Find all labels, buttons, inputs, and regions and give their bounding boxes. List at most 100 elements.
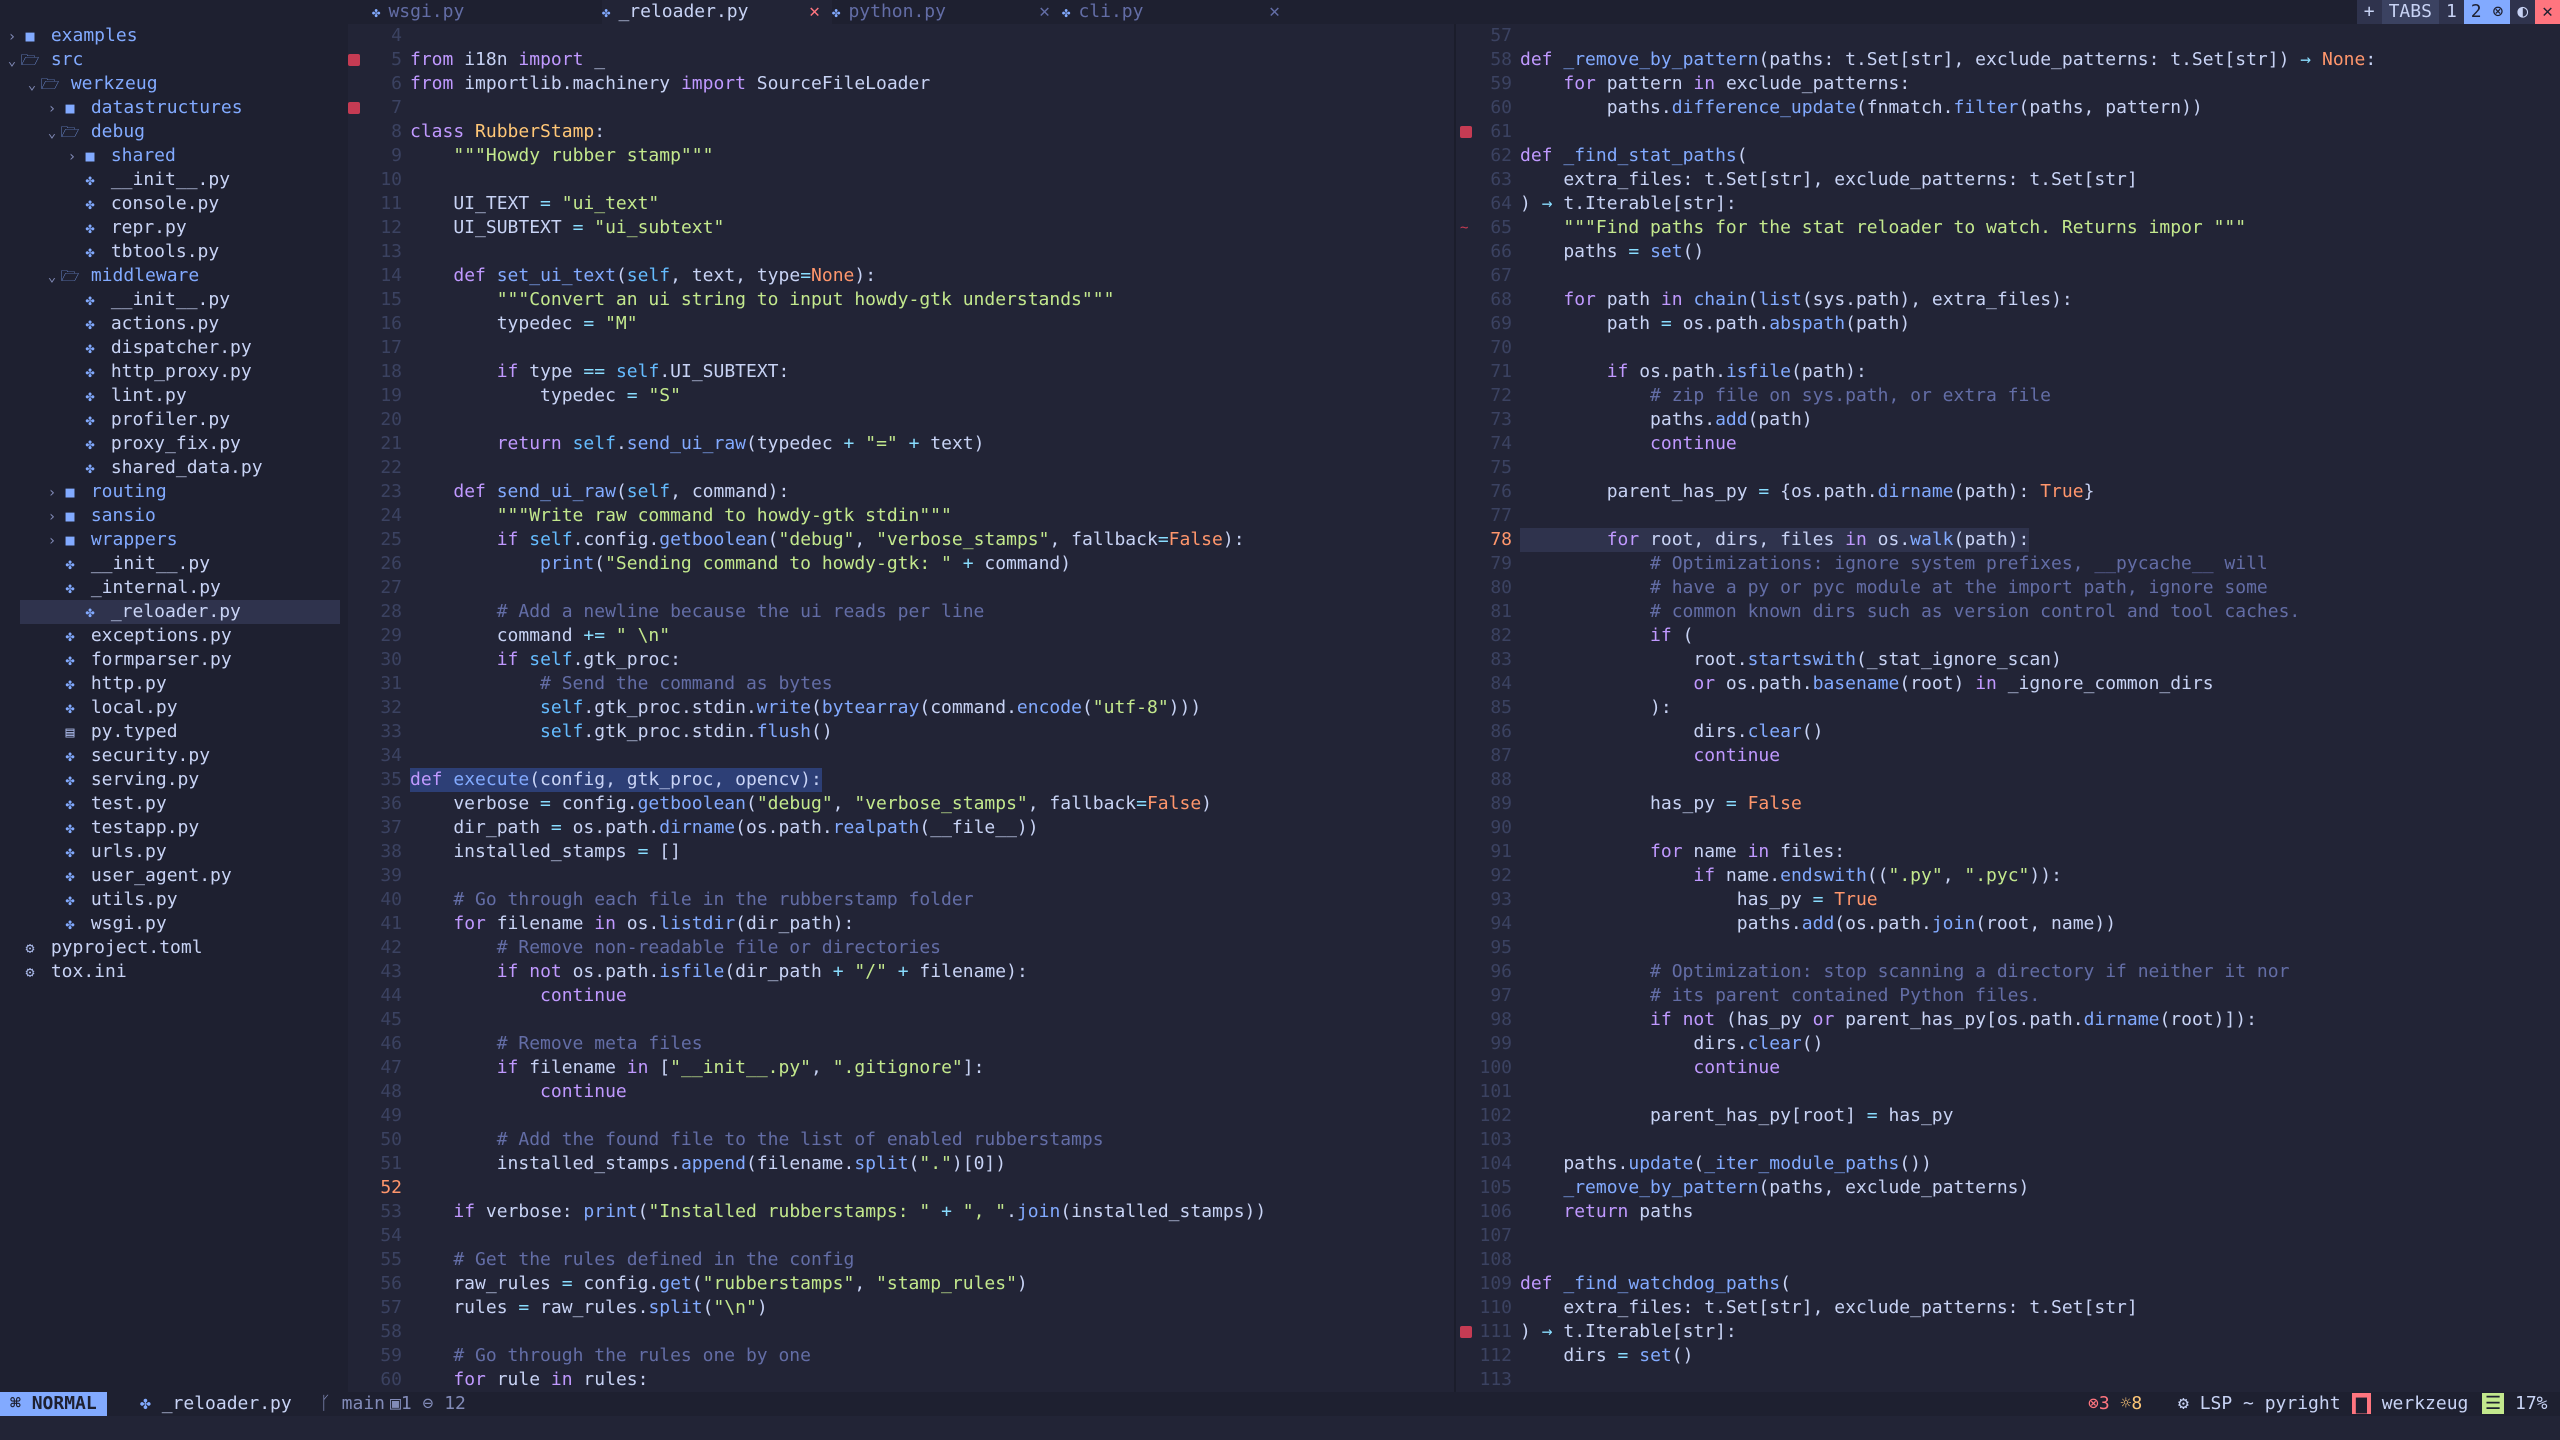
code-line[interactable]: ~65 """Find paths for the stat reloader … bbox=[1456, 216, 2560, 240]
code-line[interactable]: 98 if not (has_py or parent_has_py[os.pa… bbox=[1456, 1008, 2560, 1032]
code-line[interactable]: 29 command += " \n" bbox=[348, 624, 1454, 648]
chevron-down-icon[interactable]: ⌄ bbox=[44, 265, 60, 289]
code-line[interactable]: 95 bbox=[1456, 936, 2560, 960]
tree-file[interactable]: ✤ utils.py bbox=[0, 888, 340, 912]
warning-sign-icon[interactable]: ~ bbox=[1460, 216, 1472, 236]
close-icon[interactable]: ✕ bbox=[809, 0, 820, 24]
code-line[interactable]: 92 if name.endswith((".py", ".pyc")): bbox=[1456, 864, 2560, 888]
code-line[interactable]: 56 raw_rules = config.get("rubberstamps"… bbox=[348, 1272, 1454, 1296]
code-line[interactable]: 71 if os.path.isfile(path): bbox=[1456, 360, 2560, 384]
code-line[interactable]: 88 bbox=[1456, 768, 2560, 792]
code-line[interactable]: 54 bbox=[348, 1224, 1454, 1248]
tree-file[interactable]: ✤ lint.py bbox=[0, 384, 340, 408]
chevron-down-icon[interactable]: ⌄ bbox=[44, 121, 60, 145]
tree-folder[interactable]: › ■ sansio bbox=[0, 504, 340, 528]
code-line[interactable]: 80 # have a py or pyc module at the impo… bbox=[1456, 576, 2560, 600]
chevron-right-icon[interactable]: › bbox=[44, 97, 60, 121]
code-line[interactable]: 91 for name in files: bbox=[1456, 840, 2560, 864]
code-line[interactable]: 9 """Howdy rubber stamp""" bbox=[348, 144, 1454, 168]
code-line[interactable]: 39 bbox=[348, 864, 1454, 888]
code-line[interactable]: 93 has_py = True bbox=[1456, 888, 2560, 912]
tree-folder[interactable]: ⌄ 🗁 debug bbox=[0, 120, 340, 144]
code-line[interactable]: 83 root.startswith(_stat_ignore_scan) bbox=[1456, 648, 2560, 672]
code-line[interactable]: 73 paths.add(path) bbox=[1456, 408, 2560, 432]
code-line[interactable]: 14 def set_ui_text(self, text, type=None… bbox=[348, 264, 1454, 288]
code-line[interactable]: 62 def _find_stat_paths( bbox=[1456, 144, 2560, 168]
editor-pane-right[interactable]: 57 58 def _remove_by_pattern(paths: t.Set[… bbox=[1456, 24, 2560, 1392]
code-line[interactable]: 4 bbox=[348, 24, 1454, 48]
code-line[interactable]: 10 bbox=[348, 168, 1454, 192]
tree-file[interactable]: ✤ profiler.py bbox=[0, 408, 340, 432]
code-line[interactable]: 85 ): bbox=[1456, 696, 2560, 720]
code-line[interactable]: 51 installed_stamps.append(filename.spli… bbox=[348, 1152, 1454, 1176]
code-line[interactable]: 57 bbox=[1456, 24, 2560, 48]
code-line[interactable]: 99 dirs.clear() bbox=[1456, 1032, 2560, 1056]
tab-reloader-py[interactable]: ✤ _reloader.py ✕ bbox=[602, 0, 832, 24]
code-line[interactable]: 33 self.gtk_proc.stdin.flush() bbox=[348, 720, 1454, 744]
code-line[interactable]: 111) → t.Iterable[str]: bbox=[1456, 1320, 2560, 1344]
code-line[interactable]: 76 parent_has_py = {os.path.dirname(path… bbox=[1456, 480, 2560, 504]
tree-file[interactable]: ✤ actions.py bbox=[0, 312, 340, 336]
tree-file[interactable]: ✤ dispatcher.py bbox=[0, 336, 340, 360]
tree-folder[interactable]: › ■ shared bbox=[0, 144, 340, 168]
code-line[interactable]: 70 bbox=[1456, 336, 2560, 360]
code-line[interactable]: 50 # Add the found file to the list of e… bbox=[348, 1128, 1454, 1152]
code-line[interactable]: 30 if self.gtk_proc: bbox=[348, 648, 1454, 672]
code-line[interactable]: 6 from importlib.machinery import SourceF… bbox=[348, 72, 1454, 96]
code-line[interactable]: 86 dirs.clear() bbox=[1456, 720, 2560, 744]
code-line[interactable]: 106 return paths bbox=[1456, 1200, 2560, 1224]
close-icon[interactable]: ⊗ bbox=[2492, 1, 2503, 22]
code-line[interactable]: 63 extra_files: t.Set[str], exclude_patt… bbox=[1456, 168, 2560, 192]
tree-file[interactable]: ✤ user_agent.py bbox=[0, 864, 340, 888]
code-line[interactable]: 18 if type == self.UI_SUBTEXT: bbox=[348, 360, 1454, 384]
tree-file[interactable]: ✤ http_proxy.py bbox=[0, 360, 340, 384]
tree-file[interactable]: ⚙ pyproject.toml bbox=[0, 936, 340, 960]
code-line[interactable]: 105 _remove_by_pattern(paths, exclude_pa… bbox=[1456, 1176, 2560, 1200]
tree-file[interactable]: ✤ _reloader.py bbox=[20, 600, 340, 624]
code-line[interactable]: 84 or os.path.basename(root) in _ignore_… bbox=[1456, 672, 2560, 696]
code-line[interactable]: 60 for rule in rules: bbox=[348, 1368, 1454, 1392]
code-line[interactable]: 94 paths.add(os.path.join(root, name)) bbox=[1456, 912, 2560, 936]
code-line[interactable]: 57 rules = raw_rules.split("\n") bbox=[348, 1296, 1454, 1320]
tab-python-py[interactable]: ✤ python.py ✕ bbox=[832, 0, 1062, 24]
code-line[interactable]: 23 def send_ui_raw(self, command): bbox=[348, 480, 1454, 504]
close-icon[interactable]: ✕ bbox=[1269, 0, 1280, 24]
code-line[interactable]: 103 bbox=[1456, 1128, 2560, 1152]
tree-file[interactable]: ✤ test.py bbox=[0, 792, 340, 816]
tree-folder[interactable]: › ■ routing bbox=[0, 480, 340, 504]
code-line[interactable]: 13 bbox=[348, 240, 1454, 264]
code-line[interactable]: 101 bbox=[1456, 1080, 2560, 1104]
code-line[interactable]: 46 # Remove meta files bbox=[348, 1032, 1454, 1056]
chevron-right-icon[interactable]: › bbox=[44, 529, 60, 553]
chevron-down-icon[interactable]: ⌄ bbox=[4, 49, 20, 73]
code-line[interactable]: 67 bbox=[1456, 264, 2560, 288]
tree-file[interactable]: ✤ _internal.py bbox=[0, 576, 340, 600]
lsp-status[interactable]: ⚙ LSP ~ pyright bbox=[2178, 1392, 2341, 1416]
code-line[interactable]: 75 bbox=[1456, 456, 2560, 480]
code-line[interactable]: 15 """Convert an ui string to input howd… bbox=[348, 288, 1454, 312]
code-line[interactable]: 72 # zip file on sys.path, or extra file bbox=[1456, 384, 2560, 408]
theme-toggle-icon[interactable]: ◐ bbox=[2510, 0, 2536, 24]
tree-folder[interactable]: › ■ wrappers bbox=[0, 528, 340, 552]
code-line[interactable]: 47 if filename in ["__init__.py", ".giti… bbox=[348, 1056, 1454, 1080]
tree-file[interactable]: ✤ console.py bbox=[0, 192, 340, 216]
code-line[interactable]: 41 for filename in os.listdir(dir_path): bbox=[348, 912, 1454, 936]
code-line[interactable]: 66 paths = set() bbox=[1456, 240, 2560, 264]
chevron-right-icon[interactable]: › bbox=[64, 145, 80, 169]
code-line[interactable]: 68 for path in chain(list(sys.path), ext… bbox=[1456, 288, 2560, 312]
tree-file[interactable]: ✤ testapp.py bbox=[0, 816, 340, 840]
tree-folder[interactable]: › ■ examples bbox=[0, 24, 340, 48]
tree-file[interactable]: ✤ __init__.py bbox=[0, 288, 340, 312]
code-line[interactable]: 79 # Optimizations: ignore system prefix… bbox=[1456, 552, 2560, 576]
tab-cli-py[interactable]: ✤ cli.py ✕ bbox=[1062, 0, 1292, 24]
code-line[interactable]: 24 """Write raw command to howdy-gtk std… bbox=[348, 504, 1454, 528]
code-line[interactable]: 110 extra_files: t.Set[str], exclude_pat… bbox=[1456, 1296, 2560, 1320]
code-line[interactable]: 58 def _remove_by_pattern(paths: t.Set[st… bbox=[1456, 48, 2560, 72]
tree-folder[interactable]: ⌄ 🗁 middleware bbox=[0, 264, 340, 288]
error-sign-icon[interactable] bbox=[1460, 1326, 1472, 1338]
code-line[interactable]: 97 # its parent contained Python files. bbox=[1456, 984, 2560, 1008]
chevron-right-icon[interactable]: › bbox=[4, 25, 20, 49]
code-line[interactable]: 21 return self.send_ui_raw(typedec + "="… bbox=[348, 432, 1454, 456]
code-line[interactable]: 34 bbox=[348, 744, 1454, 768]
code-line[interactable]: 12 UI_SUBTEXT = "ui_subtext" bbox=[348, 216, 1454, 240]
